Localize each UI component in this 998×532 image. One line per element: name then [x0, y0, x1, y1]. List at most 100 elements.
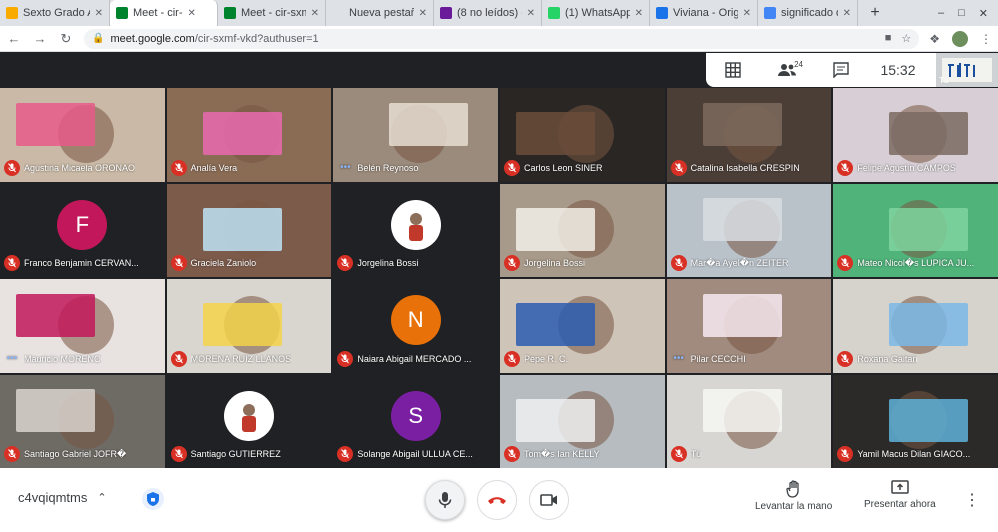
participant-tile[interactable]: Carlos Leon SINER	[500, 88, 665, 182]
minimize-window-icon[interactable]: –	[938, 7, 944, 19]
mic-muted-icon	[170, 255, 187, 271]
close-window-icon[interactable]: ✕	[979, 7, 988, 20]
tab-favicon-icon	[116, 7, 128, 19]
browser-tab[interactable]: Meet - cir- ✕	[110, 0, 218, 26]
participant-tile[interactable]: Jorgelina Bossi	[333, 183, 498, 277]
participant-tile[interactable]: MORENA RUIZ LLANOS	[166, 279, 332, 373]
self-view-thumbnail[interactable]: Tú	[936, 53, 998, 87]
participant-tile[interactable]: Jorgelina Bossi	[500, 183, 665, 277]
tab-close-icon[interactable]: ✕	[419, 8, 427, 19]
participant-name: Naiara Abigail MERCADO ...	[357, 353, 472, 364]
video-feed-sign	[889, 398, 969, 442]
extensions-icon[interactable]: ❖	[929, 32, 940, 46]
participant-name-bar: Roxana Gaitan	[837, 350, 994, 367]
participant-tile[interactable]: Mar�a Ayel�n ZEITER	[666, 183, 832, 277]
browser-tab[interactable]: Meet - cir-sxmf ✕	[218, 0, 326, 26]
participant-tile[interactable]: Catalina Isabella CRESPIN	[666, 88, 832, 182]
restore-window-icon[interactable]: □	[958, 7, 965, 19]
tab-close-icon[interactable]: ✕	[843, 8, 851, 19]
participant-name-bar: Agustina Micaela ORONAO	[4, 159, 161, 176]
participant-name-bar: Santiago GUTIERREZ	[170, 446, 328, 462]
participant-tile[interactable]: Graciela Zaniolo	[166, 183, 332, 277]
mic-muted-icon	[837, 159, 854, 176]
new-tab-button[interactable]: +	[864, 2, 886, 24]
tab-label: Viviana - Orige	[673, 7, 738, 19]
participant-grid: Agustina Micaela ORONAO Analía Vera ••• Bel…	[0, 88, 998, 468]
forward-arrow-icon[interactable]: →	[32, 31, 48, 46]
tab-close-icon[interactable]: ✕	[527, 8, 535, 19]
browser-tab[interactable]: (8 no leídos) - ✕	[434, 0, 542, 26]
tab-favicon-icon	[440, 7, 452, 19]
participant-tile[interactable]: Yamil Macus Dilan GIACO...	[833, 374, 998, 468]
tab-close-icon[interactable]: ✕	[95, 8, 103, 19]
camera-in-use-icon[interactable]: ■	[885, 32, 892, 45]
leave-call-button[interactable]	[477, 480, 517, 520]
browser-tab[interactable]: Viviana - Orige ✕	[650, 0, 758, 26]
participant-tile[interactable]: Roxana Gaitan	[833, 279, 998, 373]
participant-name-bar: MORENA RUIZ LLANOS	[170, 350, 328, 367]
participant-tile[interactable]: Tú	[666, 374, 832, 468]
participant-name-bar: Naiara Abigail MERCADO ...	[337, 350, 494, 367]
participant-tile[interactable]: S Solange Abigail ULLUA CE...	[333, 374, 498, 468]
participant-name-bar: Analía Vera	[170, 159, 328, 176]
tab-favicon-icon	[332, 7, 344, 19]
participant-tile[interactable]: Agustina Micaela ORONAO	[0, 88, 165, 182]
participant-tile[interactable]: F Franco Benjamin CERVAN...	[0, 183, 165, 277]
browser-tab[interactable]: significado de ✕	[758, 0, 858, 26]
browser-tab[interactable]: Sexto Grado A ✕	[0, 0, 110, 26]
back-arrow-icon[interactable]: ←	[6, 31, 22, 46]
participant-name-bar: Jorgelina Bossi	[504, 255, 661, 271]
participant-tile[interactable]: Pepe R. C.	[500, 279, 665, 373]
mic-muted-icon	[837, 255, 854, 271]
raise-hand-button[interactable]: Levantar la mano	[755, 480, 832, 512]
profile-avatar[interactable]	[952, 30, 968, 47]
tab-close-icon[interactable]: ✕	[188, 8, 196, 19]
tab-close-icon[interactable]: ✕	[635, 8, 643, 19]
video-feed-sign	[702, 198, 782, 242]
participant-name: Pilar CECCHI	[690, 353, 746, 364]
participants-button[interactable]: 24	[760, 53, 814, 87]
participant-tile[interactable]: ••• Mauricio MORENO	[0, 279, 165, 373]
browser-tab[interactable]: (1) WhatsApp ✕	[542, 0, 650, 26]
present-now-label: Presentar ahora	[864, 499, 936, 510]
reload-icon[interactable]: ↻	[58, 31, 74, 47]
participant-name-bar: Tú	[670, 446, 828, 462]
participant-tile[interactable]: ••• Belén Reynoso	[333, 88, 498, 182]
more-options-icon[interactable]: ⋮	[964, 490, 980, 510]
microphone-button[interactable]	[425, 480, 465, 520]
host-controls-button[interactable]	[142, 488, 164, 510]
mic-muted-icon	[170, 446, 187, 462]
participant-tile[interactable]: Santiago Gabriel JOFR�	[0, 374, 165, 468]
tab-favicon-icon	[548, 7, 560, 19]
chrome-menu-icon[interactable]: ⋮	[980, 32, 992, 46]
present-now-button[interactable]: Presentar ahora	[864, 480, 936, 510]
bookmark-star-icon[interactable]: ☆	[901, 32, 911, 45]
participant-tile[interactable]: ••• Pilar CECCHI	[666, 279, 832, 373]
participant-photo-avatar	[390, 199, 441, 250]
participant-tile[interactable]: Analía Vera	[166, 88, 332, 182]
participant-name: Carlos Leon SINER	[524, 162, 603, 173]
participant-tile[interactable]: Tom�s Ian KELLY	[500, 374, 665, 468]
camera-button[interactable]	[529, 480, 569, 520]
participant-avatar: S	[390, 390, 441, 441]
tab-favicon-icon	[764, 7, 776, 19]
mic-muted-icon	[4, 255, 20, 271]
participant-tile[interactable]: Felipe Agustín CAMPOS	[833, 88, 998, 182]
address-bar[interactable]: 🔒 meet.google.com/cir-sxmf-vkd?authuser=…	[84, 28, 920, 49]
tab-close-icon[interactable]: ✕	[743, 8, 751, 19]
participant-tile[interactable]: N Naiara Abigail MERCADO ...	[333, 279, 498, 373]
chat-button[interactable]	[814, 53, 868, 87]
participant-tile[interactable]: Santiago GUTIERREZ	[166, 374, 332, 468]
participant-name-bar: Yamil Macus Dilan GIACO...	[837, 446, 994, 462]
grid-layout-icon[interactable]	[706, 53, 760, 87]
video-feed-sign	[16, 389, 96, 433]
video-feed-sign	[389, 102, 469, 146]
video-feed-sign	[16, 293, 96, 337]
participant-name-bar: Jorgelina Bossi	[337, 255, 494, 271]
tab-label: Meet - cir-sxmf	[241, 7, 306, 19]
tab-close-icon[interactable]: ✕	[311, 8, 319, 19]
browser-tab[interactable]: Nueva pestaña ✕	[326, 0, 434, 26]
meeting-details-button[interactable]: c4vqiqmtms ⌃	[18, 490, 107, 505]
participant-tile[interactable]: Mateo Nicol�s LUPICA JU...	[833, 183, 998, 277]
mic-muted-icon	[337, 255, 354, 271]
